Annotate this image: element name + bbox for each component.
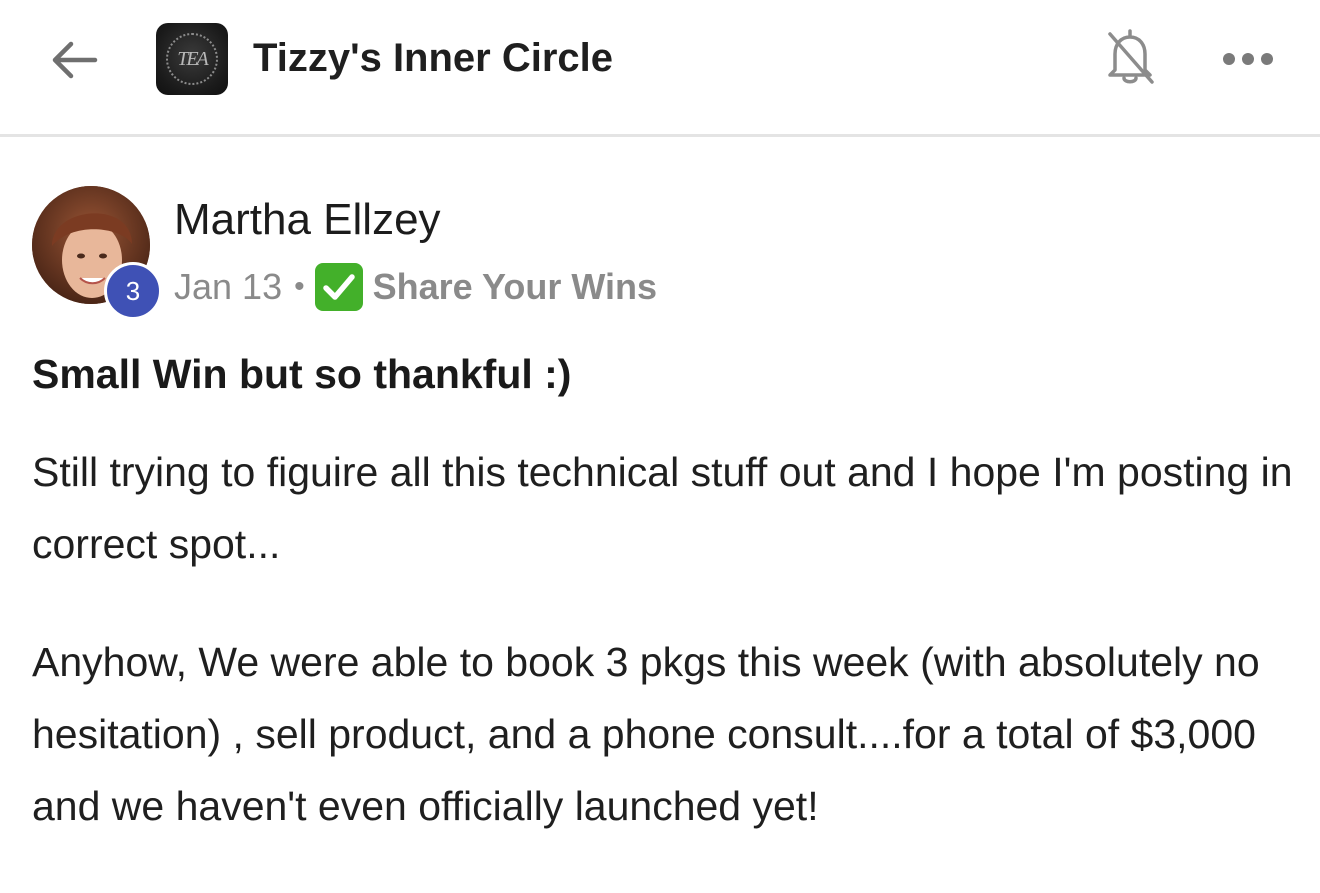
back-button[interactable] xyxy=(44,30,104,90)
post-category-link[interactable]: Share Your Wins xyxy=(373,266,657,308)
arrow-left-icon xyxy=(52,41,98,79)
group-logo-monogram: TEA xyxy=(177,47,209,70)
group-logo[interactable]: TEA xyxy=(156,23,228,95)
level-badge: 3 xyxy=(104,262,162,320)
author-name[interactable]: Martha Ellzey xyxy=(174,194,441,246)
post-meta: Jan 13 • Share Your Wins xyxy=(174,262,657,312)
post-body: Still trying to figuire all this technic… xyxy=(32,436,1302,888)
group-title[interactable]: Tizzy's Inner Circle xyxy=(253,34,613,82)
meta-separator: • xyxy=(294,270,305,303)
check-mark-icon xyxy=(314,263,363,311)
post-title: Small Win but so thankful :) xyxy=(32,351,572,397)
more-horizontal-icon xyxy=(1223,53,1273,65)
bell-off-icon xyxy=(1108,29,1154,84)
post-paragraph: Anyhow, We were able to book 3 pkgs this… xyxy=(32,639,1260,829)
group-logo-seal: TEA xyxy=(166,33,218,85)
notifications-off-button[interactable] xyxy=(1100,24,1160,90)
more-options-button[interactable] xyxy=(1218,36,1278,82)
post-date: Jan 13 xyxy=(174,266,283,307)
top-app-bar: TEA Tizzy's Inner Circle xyxy=(0,0,1320,137)
post-paragraph: Still trying to figuire all this technic… xyxy=(32,449,1293,567)
